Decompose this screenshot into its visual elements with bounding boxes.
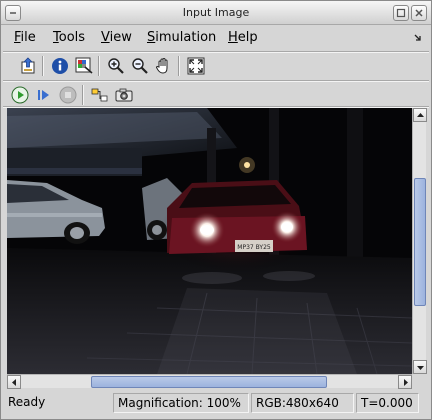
simulation-toolbar	[1, 82, 431, 108]
status-bar: Ready Magnification: 100% RGB:480x640 T=…	[1, 391, 431, 419]
menu-help[interactable]: Help	[228, 30, 258, 45]
view-toolbar	[1, 53, 431, 79]
input-image-window: Input Image File Tools View Simulation H…	[0, 0, 432, 420]
pan-button[interactable]	[154, 56, 174, 76]
dock-arrow-icon[interactable]	[413, 33, 423, 43]
menu-simulation[interactable]: Simulation	[147, 30, 216, 45]
arrow-up-icon	[417, 113, 424, 117]
run-button[interactable]	[10, 85, 30, 105]
highlight-block-button[interactable]	[90, 85, 110, 105]
video-frame-image: MP37 BY25	[7, 108, 412, 374]
window-title: Input Image	[182, 6, 250, 19]
stop-icon	[59, 86, 77, 104]
step-forward-button[interactable]	[34, 85, 54, 105]
zoom-in-icon	[108, 58, 124, 74]
zoom-out-icon	[132, 58, 148, 74]
pan-hand-icon	[155, 57, 168, 74]
scroll-up-button[interactable]	[413, 108, 427, 122]
zoom-out-button[interactable]	[130, 56, 150, 76]
horizontal-scrollbar[interactable]	[7, 374, 412, 389]
step-forward-icon	[38, 90, 49, 100]
status-ready-text: Ready	[8, 395, 46, 409]
scroll-right-button[interactable]	[398, 375, 412, 389]
maximize-button[interactable]	[393, 5, 409, 21]
info-icon	[52, 58, 68, 74]
status-time: T=0.000	[356, 393, 419, 413]
vertical-scroll-thumb[interactable]	[414, 178, 426, 306]
export-button[interactable]	[18, 56, 38, 76]
status-rgb: RGB:480x640	[251, 393, 354, 413]
title-bar[interactable]: Input Image	[1, 1, 431, 25]
highlight-block-icon	[91, 88, 108, 102]
vertical-scrollbar[interactable]	[412, 108, 427, 374]
maximize-icon	[396, 8, 406, 18]
image-info-button[interactable]	[50, 56, 70, 76]
snapshot-button[interactable]	[114, 85, 134, 105]
close-icon	[415, 9, 423, 17]
arrow-left-icon	[12, 379, 16, 386]
snapshot-camera-icon	[115, 88, 133, 102]
menu-tools[interactable]: Tools	[53, 30, 85, 45]
scroll-down-button[interactable]	[413, 360, 427, 374]
pixel-region-icon	[75, 57, 93, 74]
menu-file[interactable]: File	[14, 30, 36, 45]
menu-view[interactable]: View	[101, 30, 132, 45]
arrow-down-icon	[417, 366, 424, 370]
zoom-in-button[interactable]	[106, 56, 126, 76]
fit-to-window-button[interactable]	[186, 56, 206, 76]
arrow-right-icon	[404, 379, 408, 386]
horizontal-scroll-thumb[interactable]	[91, 376, 327, 388]
scroll-left-button[interactable]	[7, 375, 21, 389]
license-plate-text: MP37 BY25	[237, 244, 271, 251]
stop-button[interactable]	[58, 85, 78, 105]
scroll-corner	[412, 374, 426, 388]
status-magnification: Magnification: 100%	[113, 393, 249, 413]
fit-to-window-icon	[187, 57, 205, 75]
play-icon	[11, 86, 29, 104]
export-to-workspace-icon	[21, 57, 35, 74]
menu-bar: File Tools View Simulation Help	[1, 26, 431, 50]
image-display[interactable]: MP37 BY25	[7, 108, 412, 374]
close-button[interactable]	[411, 5, 427, 21]
pixel-region-button[interactable]	[74, 56, 94, 76]
